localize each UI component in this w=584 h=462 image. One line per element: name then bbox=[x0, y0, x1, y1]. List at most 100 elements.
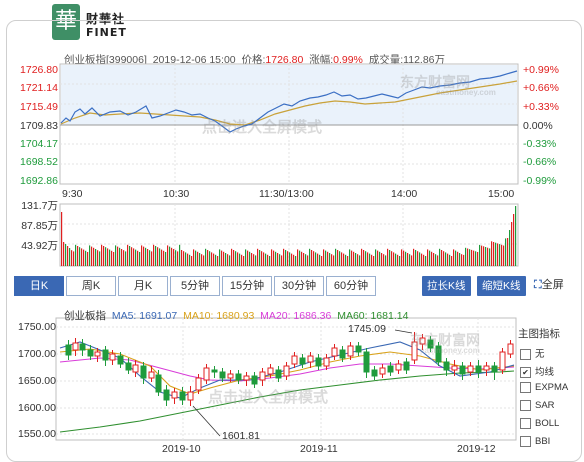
candle-body bbox=[371, 369, 378, 377]
indicator-option-ma[interactable]: ✔ 均线 bbox=[520, 364, 554, 378]
volume-bar bbox=[293, 254, 295, 266]
volume-bar bbox=[421, 253, 423, 266]
candle-body bbox=[259, 371, 266, 381]
volume-bar bbox=[103, 246, 105, 266]
volume-tick-1: 131.7万 bbox=[21, 200, 58, 212]
volume-bar bbox=[345, 254, 347, 266]
volume-bar bbox=[271, 249, 273, 266]
volume-bar bbox=[509, 230, 511, 266]
indicator-label: SAR bbox=[535, 400, 555, 412]
kline-low-label: 1601.81 bbox=[222, 430, 260, 442]
indicator-option-boll[interactable]: BOLL bbox=[520, 418, 559, 429]
checkbox-icon bbox=[520, 348, 531, 360]
volume-bar bbox=[71, 250, 73, 266]
volume-bar bbox=[117, 246, 119, 266]
candle-body bbox=[499, 351, 506, 371]
volume-bar bbox=[93, 247, 95, 266]
volume-bar bbox=[273, 250, 275, 266]
volume-bar bbox=[461, 254, 463, 266]
volume-bar bbox=[187, 253, 189, 266]
volume-bar bbox=[307, 255, 309, 266]
candle-body bbox=[65, 344, 72, 356]
volume-bar bbox=[61, 212, 63, 266]
candle-body bbox=[291, 355, 298, 365]
volume-bar bbox=[387, 248, 389, 266]
candle-body bbox=[211, 369, 218, 373]
fullscreen-button[interactable]: ⛶全屏 bbox=[534, 276, 564, 292]
candle-body bbox=[267, 367, 274, 375]
volume-bar bbox=[457, 251, 459, 266]
volume-bar bbox=[141, 245, 143, 266]
volume-bar bbox=[295, 256, 297, 266]
volume-bar bbox=[215, 254, 217, 266]
candle-body bbox=[299, 357, 306, 365]
volume-bar bbox=[389, 250, 391, 266]
stretch-kline-button[interactable]: 拉长K线 bbox=[422, 276, 471, 296]
candle-body bbox=[283, 365, 290, 377]
candle-body bbox=[315, 357, 322, 367]
volume-bar bbox=[81, 248, 83, 266]
indicator-option-expma[interactable]: EXPMA bbox=[520, 382, 568, 393]
volume-bar bbox=[331, 254, 333, 266]
volume-bar bbox=[287, 251, 289, 266]
shrink-kline-button[interactable]: 缩短K线 bbox=[477, 276, 526, 296]
candle-body bbox=[363, 351, 370, 373]
volume-bar bbox=[123, 250, 125, 266]
volume-bar bbox=[323, 249, 325, 266]
volume-bar bbox=[195, 250, 197, 266]
volume-bar bbox=[63, 242, 65, 266]
volume-bar bbox=[471, 249, 473, 266]
pct-tick-7: -0.99% bbox=[523, 175, 557, 187]
volume-bar bbox=[497, 243, 499, 266]
volume-bar bbox=[247, 250, 249, 266]
indicator-option-none[interactable]: 无 bbox=[520, 346, 545, 360]
volume-bar bbox=[73, 251, 75, 266]
kline-high-label: 1745.09 bbox=[348, 323, 386, 335]
intraday-watermark-url: eastmoney.com bbox=[436, 88, 496, 97]
volume-bar bbox=[119, 247, 121, 266]
tab-monthly-k[interactable]: 月K bbox=[118, 276, 168, 296]
candle-body bbox=[187, 391, 194, 401]
candle-body bbox=[79, 343, 86, 351]
volume-bar bbox=[191, 256, 193, 266]
pct-tick-3: +0.33% bbox=[523, 101, 559, 113]
volume-bar bbox=[283, 248, 285, 266]
indicator-option-bbi[interactable]: BBI bbox=[520, 436, 550, 447]
volume-bar bbox=[269, 256, 271, 266]
indicator-option-sar[interactable]: SAR bbox=[520, 400, 555, 411]
tab-5min[interactable]: 5分钟 bbox=[170, 276, 220, 296]
volume-bar bbox=[139, 252, 141, 266]
ma60-value: MA60: 1681.14 bbox=[337, 310, 409, 322]
tab-daily-k[interactable]: 日K bbox=[14, 276, 64, 296]
price-tick-7: 1692.86 bbox=[20, 175, 58, 187]
volume-bar bbox=[111, 250, 113, 266]
volume-bar bbox=[515, 206, 517, 266]
tab-30min[interactable]: 30分钟 bbox=[274, 276, 324, 296]
volume-bar bbox=[203, 255, 205, 266]
volume-bar bbox=[505, 238, 507, 266]
tab-60min[interactable]: 60分钟 bbox=[326, 276, 376, 296]
volume-bar bbox=[265, 253, 267, 266]
volume-bar bbox=[127, 244, 129, 266]
kline-price-tick-4: 1600.00 bbox=[18, 402, 56, 414]
kline-price-tick-3: 1650.00 bbox=[18, 375, 56, 387]
volume-bar bbox=[475, 251, 477, 266]
volume-bar bbox=[425, 256, 427, 266]
candle-body bbox=[203, 367, 210, 381]
volume-bar bbox=[67, 246, 69, 266]
volume-bar bbox=[223, 251, 225, 266]
candle-body bbox=[102, 349, 109, 361]
volume-bar bbox=[355, 253, 357, 266]
tab-15min[interactable]: 15分钟 bbox=[222, 276, 272, 296]
volume-bar bbox=[351, 250, 353, 266]
candle-body bbox=[163, 389, 170, 401]
volume-bar bbox=[329, 253, 331, 266]
volume-bar bbox=[315, 252, 317, 266]
volume-bar bbox=[327, 251, 329, 266]
fullscreen-label: 全屏 bbox=[541, 279, 564, 291]
indicator-label: BOLL bbox=[535, 418, 560, 430]
tab-weekly-k[interactable]: 周K bbox=[66, 276, 116, 296]
volume-bar bbox=[403, 250, 405, 266]
volume-bar bbox=[353, 251, 355, 266]
volume-bar bbox=[495, 242, 497, 266]
